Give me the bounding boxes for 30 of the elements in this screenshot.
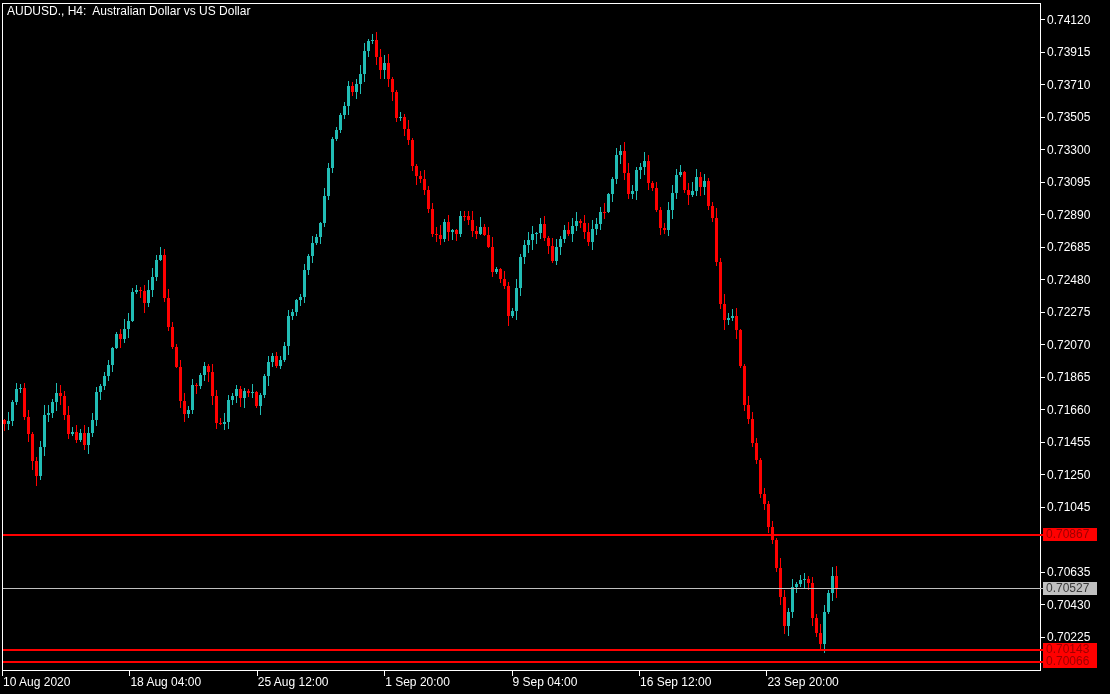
price-scale-label: 0.71660 (1047, 402, 1091, 417)
time-scale-label: 25 Aug 12:00 (257, 675, 329, 689)
price-scale-label: 0.73095 (1047, 175, 1091, 189)
price-scale-label: 0.70635 (1047, 565, 1091, 579)
price-scale-label: 0.73915 (1047, 45, 1091, 59)
time-scale-label: 23 Sep 20:00 (767, 675, 839, 689)
price-line-label: 0.70867 (1043, 528, 1097, 541)
time-scale-label: 1 Sep 20:00 (385, 675, 450, 689)
price-scale-label: 0.70430 (1047, 597, 1091, 612)
price-scale-label: 0.72685 (1047, 240, 1091, 254)
time-scale-label: 9 Sep 04:00 (512, 675, 578, 689)
price-scale-label: 0.70225 (1047, 630, 1091, 644)
price-line-label: 0.70527 (1043, 582, 1097, 595)
price-scale-label: 0.73505 (1047, 110, 1091, 124)
chart-title: AUDUSD., H4: Australian Dollar vs US Dollar (7, 4, 251, 18)
price-scale-label: 0.72275 (1047, 305, 1091, 319)
price-scale-label: 0.71865 (1047, 370, 1091, 384)
time-scale-label: 16 Sep 12:00 (640, 675, 712, 689)
price-scale-label: 0.72890 (1047, 207, 1091, 222)
price-scale-label: 0.71250 (1047, 467, 1091, 482)
price-scale-label: 0.73710 (1047, 77, 1091, 92)
price-scale-label: 0.72070 (1047, 337, 1091, 352)
time-scale-label: 18 Aug 04:00 (130, 675, 202, 689)
time-scale-label: 10 Aug 2020 (3, 675, 71, 689)
price-scale-label: 0.71045 (1047, 500, 1091, 514)
price-scale-label: 0.74120 (1047, 12, 1091, 27)
price-scale-label: 0.73300 (1047, 142, 1091, 157)
price-scale-label: 0.71455 (1047, 435, 1091, 449)
price-line-label: 0.70066 (1043, 655, 1097, 668)
price-scale-label: 0.72480 (1047, 272, 1091, 287)
